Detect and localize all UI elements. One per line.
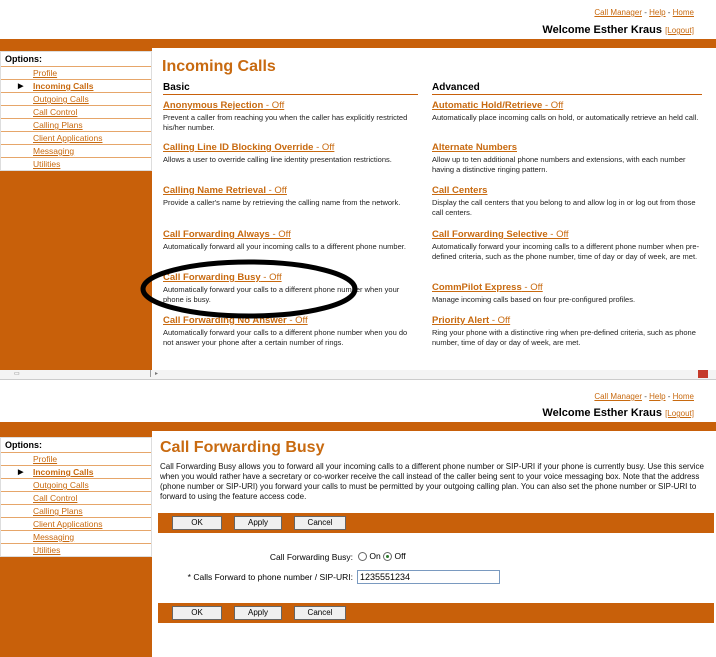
options-title: Options: [5, 54, 42, 64]
logout-link[interactable]: [Logout] [665, 26, 694, 35]
page-title: Call Forwarding Busy [160, 439, 325, 456]
on-radio[interactable] [358, 552, 367, 562]
header-bar [0, 39, 716, 48]
sidebar-item-profile[interactable]: Profile [1, 66, 151, 79]
sidebar-item-outgoing-calls[interactable]: Outgoing Calls [1, 92, 151, 105]
current-page-arrow-icon: ▶ [18, 469, 24, 476]
taskbar-item-icon: ▭ [14, 371, 20, 377]
sidebar-item-utilities[interactable]: Utilities [1, 157, 151, 170]
welcome-text: Welcome Esther Kraus [Logout] [542, 407, 694, 419]
top-nav: Call Manager - Help - Home [594, 8, 694, 17]
top-nav: Call Manager - Help - Home [594, 392, 694, 401]
call-manager-link[interactable]: Call Manager [594, 392, 642, 401]
sidebar-item-calling-plans[interactable]: Calling Plans [1, 504, 151, 517]
sidebar-item-call-control[interactable]: Call Control [1, 105, 151, 118]
apply-button[interactable]: Apply [234, 606, 282, 620]
incoming-calls-panel: Incoming Calls Basic Advanced Anonymous … [158, 52, 716, 370]
sidebar-item-client-applications[interactable]: Client Applications [1, 517, 151, 530]
feature-clid-blocking-override: Calling Line ID Blocking Override - Off … [163, 142, 392, 164]
feature-anonymous-rejection: Anonymous Rejection - Off Prevent a call… [163, 100, 408, 132]
sidebar: Options: Profile ▶ Incoming Calls Outgoin… [0, 431, 152, 657]
ok-button[interactable]: OK [172, 516, 222, 530]
feature-priority-alert: Priority Alert - Off Ring your phone wit… [432, 315, 696, 347]
apply-button[interactable]: Apply [234, 516, 282, 530]
page-title: Incoming Calls [162, 58, 276, 75]
header-bar [0, 422, 716, 431]
top-action-bar: OK Apply Cancel [158, 513, 714, 533]
sidebar-item-profile[interactable]: Profile [1, 452, 151, 465]
screenshot-divider: ▭ ▸ [0, 370, 716, 380]
cancel-button[interactable]: Cancel [294, 516, 346, 530]
welcome-text: Welcome Esther Kraus [Logout] [542, 24, 694, 36]
feature-alternate-numbers: Alternate Numbers Allow up to ten additi… [432, 142, 686, 174]
sidebar-item-messaging[interactable]: Messaging [1, 530, 151, 543]
sidebar-item-utilities[interactable]: Utilities [1, 543, 151, 556]
sidebar: Options: Profile ▶ Incoming Calls Outgoin… [0, 48, 152, 370]
home-link[interactable]: Home [673, 392, 694, 401]
logout-link[interactable]: [Logout] [665, 409, 694, 418]
feature-call-forwarding-selective: Call Forwarding Selective - Off Automati… [432, 229, 700, 261]
off-radio[interactable] [383, 552, 393, 562]
forward-number-label: * Calls Forward to phone number / SIP-UR… [187, 572, 353, 582]
feature-commpilot-express: CommPilot Express - Off Manage incoming … [432, 282, 636, 304]
help-link[interactable]: Help [649, 392, 665, 401]
feature-calling-name-retrieval: Calling Name Retrieval - Off Provide a c… [163, 185, 401, 207]
ok-button[interactable]: OK [172, 606, 222, 620]
service-description: Call Forwarding Busy allows you to forwa… [160, 462, 704, 501]
bottom-action-bar: OK Apply Cancel [158, 603, 714, 623]
current-page-arrow-icon: ▶ [18, 83, 24, 90]
feature-automatic-hold-retrieve: Automatic Hold/Retrieve - Off Automatica… [432, 100, 699, 122]
forward-number-input[interactable]: 1235551234 [357, 570, 500, 584]
sidebar-item-incoming-calls[interactable]: ▶ Incoming Calls [1, 79, 151, 92]
sidebar-item-calling-plans[interactable]: Calling Plans [1, 118, 151, 131]
sidebar-options: Options: Profile ▶ Incoming Calls Outgoin… [0, 51, 152, 171]
sidebar-item-client-applications[interactable]: Client Applications [1, 131, 151, 144]
sidebar-options: Options: Profile ▶ Incoming Calls Outgoin… [0, 437, 152, 557]
help-link[interactable]: Help [649, 8, 665, 17]
close-icon [698, 370, 708, 378]
sidebar-item-call-control[interactable]: Call Control [1, 491, 151, 504]
feature-call-forwarding-always: Call Forwarding Always - Off Automatical… [163, 229, 406, 251]
cancel-button[interactable]: Cancel [294, 606, 346, 620]
advanced-header: Advanced [432, 82, 702, 95]
sidebar-item-messaging[interactable]: Messaging [1, 144, 151, 157]
call-forwarding-busy-panel: Call Forwarding Busy Call Forwarding Bus… [158, 431, 716, 657]
feature-call-centers: Call Centers Display the call centers th… [432, 185, 696, 217]
toggle-label: Call Forwarding Busy: [269, 552, 353, 562]
on-off-toggle: On Off [358, 551, 406, 562]
highlight-ellipse [140, 259, 358, 319]
sidebar-item-incoming-calls[interactable]: ▶ Incoming Calls [1, 465, 151, 478]
basic-header: Basic [163, 82, 418, 95]
call-manager-link[interactable]: Call Manager [594, 8, 642, 17]
sidebar-item-outgoing-calls[interactable]: Outgoing Calls [1, 478, 151, 491]
options-title: Options: [5, 440, 42, 450]
taskbar-item-icon: ▸ [150, 370, 158, 377]
home-link[interactable]: Home [673, 8, 694, 17]
